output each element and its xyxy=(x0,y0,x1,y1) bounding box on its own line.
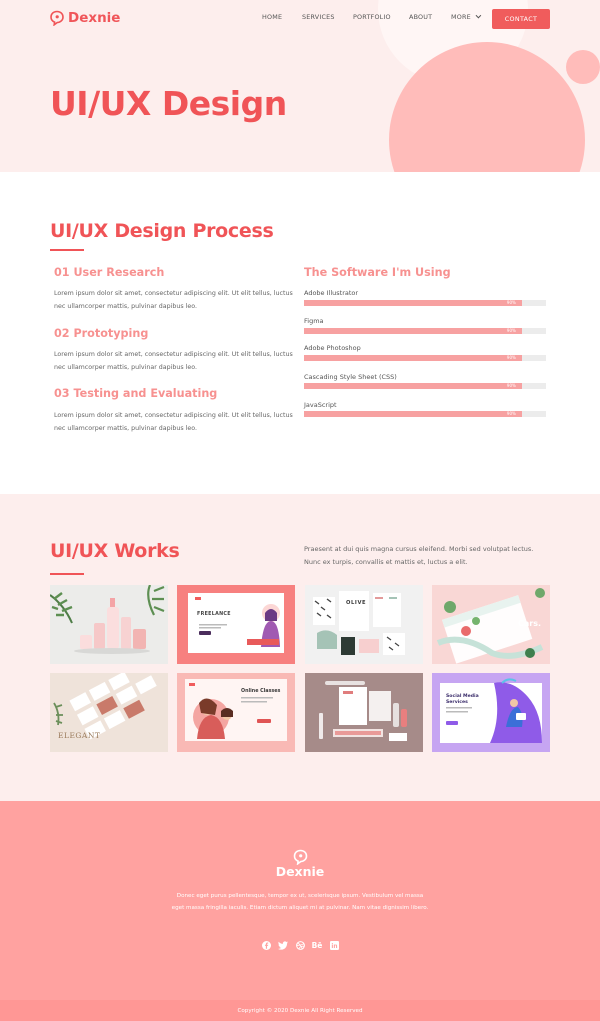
footer-description: Donec eget purus pellentesque, tempor ex… xyxy=(171,893,429,911)
tile-text: Social Media Services xyxy=(446,694,479,705)
footer-logo[interactable]: Dexnie xyxy=(0,849,600,879)
skill-percent: 90% xyxy=(506,328,516,333)
facebook-icon[interactable] xyxy=(261,940,272,951)
nav-home[interactable]: HOME xyxy=(262,13,282,21)
linkedin-icon[interactable]: in xyxy=(329,940,340,951)
portfolio-tile-cosmetic-packaging[interactable] xyxy=(50,585,168,664)
nav-more[interactable]: MORE xyxy=(451,12,482,21)
page-title: UI/UX Design xyxy=(50,84,287,123)
portfolio-tile-freelance-landing[interactable]: FREELANCE xyxy=(177,585,295,664)
social-links: Bē in xyxy=(0,940,600,951)
skill-label: Cascading Style Sheet (CSS) xyxy=(304,373,397,381)
skill-bar-fill: 90% xyxy=(304,411,522,417)
step-body: Lorem ipsum dolor sit amet, consectetur … xyxy=(54,290,293,310)
olive-identity-image xyxy=(305,585,423,664)
skill-bar-fill: 90% xyxy=(304,355,522,361)
stationery-mockup-image xyxy=(305,673,423,752)
skill-label: Adobe Illustrator xyxy=(304,289,359,297)
elegant-cards-image xyxy=(50,673,168,752)
title-underline xyxy=(50,573,84,575)
nav-services[interactable]: SERVICES xyxy=(302,13,335,21)
skill-bar: 90% xyxy=(304,355,546,361)
site-footer: Dexnie Donec eget purus pellentesque, te… xyxy=(0,801,600,1000)
portfolio-tile-elegant-cards[interactable]: ELEGANT xyxy=(50,673,168,752)
online-classes-landing-image xyxy=(177,673,295,752)
skill-label: Adobe Photoshop xyxy=(304,344,361,352)
copyright-text: Copyright © 2020 Dexnie All Right Reserv… xyxy=(237,1007,363,1014)
step-body: Lorem ipsum dolor sit amet, consectetur … xyxy=(54,351,293,371)
portfolio-tile-stationery-mockup[interactable] xyxy=(305,673,423,752)
works-section: UI/UX Works Praesent at dui quis magna c… xyxy=(0,494,600,801)
social-media-services-image xyxy=(432,673,550,752)
chat-bubble-logo-icon xyxy=(293,849,307,865)
skill-label: Figma xyxy=(304,317,324,325)
linkedin-glyph: in xyxy=(331,944,337,950)
design-process-section: UI/UX Design Process 01 User Research Lo… xyxy=(0,172,600,494)
decor-circle xyxy=(566,50,600,84)
skill-bar: 90% xyxy=(304,328,546,334)
skill-percent: 90% xyxy=(506,383,516,388)
portfolio-tile-online-classes-landing[interactable]: Online Classes xyxy=(177,673,295,752)
step-body: Lorem ipsum dolor sit amet, consectetur … xyxy=(54,412,293,432)
freelance-landing-image xyxy=(177,585,295,664)
tile-text: ELEGANT xyxy=(58,731,101,740)
tile-text: Online Classes xyxy=(241,689,281,694)
skill-percent: 90% xyxy=(506,411,516,416)
works-title: UI/UX Works xyxy=(50,540,180,562)
copyright-bar: Copyright © 2020 Dexnie All Right Reserv… xyxy=(0,1000,600,1021)
portfolio-tile-social-media-services[interactable]: Social Media Services xyxy=(432,673,550,752)
chevron-down-icon xyxy=(475,12,482,19)
hero-section: Dexnie HOME SERVICES PORTFOLIO ABOUT MOR… xyxy=(0,0,600,172)
skill-label: JavaScript xyxy=(304,401,337,409)
contact-button[interactable]: CONTACT xyxy=(492,9,550,29)
skill-percent: 90% xyxy=(506,300,516,305)
tile-text: Cars. xyxy=(518,619,542,628)
footer-brand-name: Dexnie xyxy=(275,864,325,879)
skill-bar: 90% xyxy=(304,411,546,417)
cosmetic-packaging-image xyxy=(50,585,168,664)
step-title: 03 Testing and Evaluating xyxy=(54,387,218,400)
tile-text: FREELANCE xyxy=(197,612,231,617)
portfolio-tile-olive-identity[interactable]: OLIVE xyxy=(305,585,423,664)
skill-percent: 90% xyxy=(506,355,516,360)
nav-more-label: MORE xyxy=(451,13,471,21)
tile-text: OLIVE xyxy=(346,600,367,606)
behance-icon[interactable]: Bē xyxy=(312,940,323,951)
skill-bar-fill: 90% xyxy=(304,328,522,334)
dribbble-icon[interactable] xyxy=(295,940,306,951)
works-description: Praesent at dui quis magna cursus eleife… xyxy=(304,545,534,566)
skill-bar-fill: 90% xyxy=(304,300,522,306)
skills-title: The Software I'm Using xyxy=(304,266,451,279)
twitter-icon[interactable] xyxy=(278,940,289,951)
skill-bar: 90% xyxy=(304,300,546,306)
skill-bar: 90% xyxy=(304,383,546,389)
skill-bar-fill: 90% xyxy=(304,383,522,389)
step-title: 01 User Research xyxy=(54,266,165,279)
nav-about[interactable]: ABOUT xyxy=(409,13,432,21)
portfolio-tile-cars-landing[interactable]: Cars. xyxy=(432,585,550,664)
process-title: UI/UX Design Process xyxy=(50,220,274,242)
nav-portfolio[interactable]: PORTFOLIO xyxy=(353,13,391,21)
step-title: 02 Prototyping xyxy=(54,327,149,340)
title-underline xyxy=(50,249,84,251)
